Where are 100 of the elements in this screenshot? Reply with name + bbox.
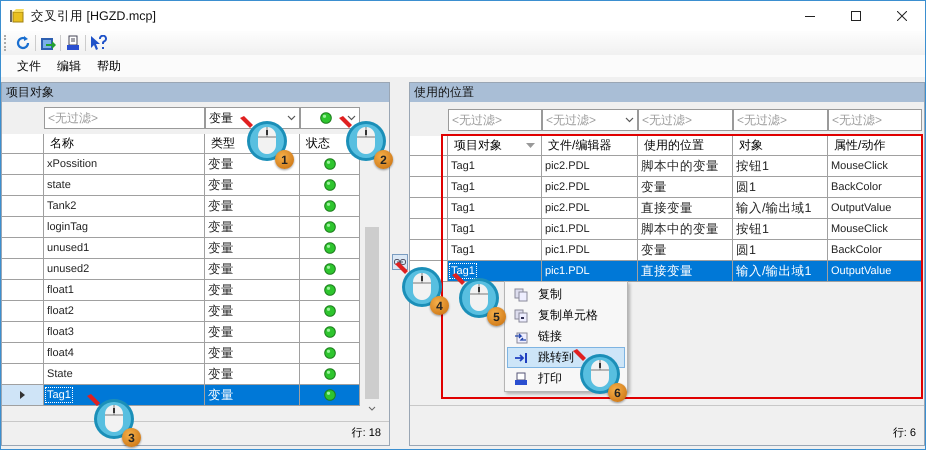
column-header[interactable]: 项目对象: [448, 136, 542, 156]
table-cell: 直接变量: [638, 198, 733, 219]
table-cell: pic2.PDL: [542, 198, 638, 219]
table-cell[interactable]: state: [44, 175, 205, 196]
menu-item[interactable]: 链接: [507, 326, 625, 347]
corner-cell: [2, 134, 44, 154]
filter-field[interactable]: <无过滤>: [638, 109, 733, 131]
table-cell: 变量: [205, 175, 300, 196]
row-count: 行: 6: [892, 426, 916, 440]
table-cell[interactable]: loginTag: [44, 217, 205, 238]
menu-item[interactable]: 复制: [507, 284, 625, 305]
row-count: 行: 18: [352, 426, 381, 440]
table-cell[interactable]: float2: [44, 301, 205, 322]
status-dot-icon: [320, 112, 332, 124]
table-cell[interactable]: State: [44, 364, 205, 385]
sort-arrow-icon: [526, 143, 535, 148]
table-cell[interactable]: Tag1: [448, 261, 542, 282]
table-cell: 输入/输出域1: [733, 198, 828, 219]
status-icon: [324, 179, 336, 191]
mouse-click-tooltip: [238, 115, 288, 163]
filter-field[interactable]: <无过滤>: [733, 109, 828, 131]
filter-field[interactable]: <无过滤>: [448, 109, 542, 131]
row-header[interactable]: [410, 198, 448, 219]
table-cell[interactable]: Tag1: [448, 198, 542, 219]
table-cell[interactable]: Tag1: [448, 177, 542, 198]
table-cell[interactable]: Tank2: [44, 196, 205, 217]
filter-field[interactable]: <无过滤>: [828, 109, 922, 131]
row-header[interactable]: [410, 219, 448, 240]
table-cell: pic2.PDL: [542, 177, 638, 198]
table-cell: 变量: [205, 322, 300, 343]
status-icon: [324, 326, 336, 338]
refresh-icon: [15, 35, 31, 51]
table-cell: MouseClick: [828, 156, 922, 177]
menu-item[interactable]: 编辑: [49, 56, 89, 76]
status-icon: [324, 200, 336, 212]
row-header[interactable]: [410, 156, 448, 177]
table-cell[interactable]: Tag1: [44, 385, 205, 406]
table-cell: BackColor: [828, 177, 922, 198]
copy-icon: [514, 288, 528, 302]
table-cell: 圆1: [733, 177, 828, 198]
status-icon: [324, 284, 336, 296]
table-cell[interactable]: unused1: [44, 238, 205, 259]
status-icon: [324, 305, 336, 317]
table-cell[interactable]: xPossition: [44, 154, 205, 175]
table-cell: 按钮1: [733, 219, 828, 240]
menu-item[interactable]: 帮助: [89, 56, 129, 76]
table-cell[interactable]: float3: [44, 322, 205, 343]
table-cell: 变量: [205, 280, 300, 301]
column-header[interactable]: 对象: [733, 136, 828, 156]
panel-title: 使用的位置: [410, 83, 924, 102]
menu-item[interactable]: 文件: [9, 56, 49, 76]
table-cell[interactable]: Tag1: [448, 219, 542, 240]
table-cell: 变量: [205, 385, 300, 406]
table-cell: 脚本中的变量: [638, 219, 733, 240]
row-header[interactable]: [410, 240, 448, 261]
scroll-down-icon[interactable]: [368, 406, 376, 411]
status-filter-dropdown[interactable]: [300, 107, 360, 129]
copy-cell-icon: [514, 308, 528, 322]
column-header[interactable]: 文件/编辑器: [542, 136, 638, 156]
row-header[interactable]: [2, 385, 44, 406]
print-icon: [514, 372, 528, 386]
table-cell: 直接变量: [638, 261, 733, 282]
table-cell: MouseClick: [828, 219, 922, 240]
link-icon: [514, 330, 528, 344]
status-icon: [324, 263, 336, 275]
window-title: 交叉引用 [HGZD.mcp]: [31, 8, 156, 24]
table-cell[interactable]: float4: [44, 343, 205, 364]
export-icon: [40, 35, 56, 51]
table-cell: pic2.PDL: [542, 156, 638, 177]
row-header[interactable]: [410, 177, 448, 198]
status-icon: [324, 347, 336, 359]
table-cell: 脚本中的变量: [638, 156, 733, 177]
panel-title: 项目对象: [2, 83, 389, 102]
table-cell[interactable]: Tag1: [448, 240, 542, 261]
column-header[interactable]: 使用的位置: [638, 136, 733, 156]
status-icon: [324, 368, 336, 380]
corner-cell: [410, 136, 448, 156]
table-cell[interactable]: float1: [44, 280, 205, 301]
table-cell: BackColor: [828, 240, 922, 261]
table-cell[interactable]: Tag1: [448, 156, 542, 177]
table-cell: pic1.PDL: [542, 240, 638, 261]
table-cell[interactable]: unused2: [44, 259, 205, 280]
table-cell: 变量: [205, 196, 300, 217]
table-cell: 变量: [205, 238, 300, 259]
table-cell: 变量: [638, 240, 733, 261]
row-pointer-icon: [20, 391, 25, 399]
column-header[interactable]: 属性/动作: [828, 136, 922, 156]
filter-field[interactable]: <无过滤>: [44, 107, 205, 129]
table-cell: 变量: [205, 217, 300, 238]
table-cell: 圆1: [733, 240, 828, 261]
menu-item[interactable]: 复制单元格: [507, 305, 625, 326]
table-cell: 变量: [205, 259, 300, 280]
table-cell: 变量: [205, 343, 300, 364]
table-cell: pic1.PDL: [542, 261, 638, 282]
table-cell: 变量: [638, 177, 733, 198]
table-cell: pic1.PDL: [542, 219, 638, 240]
maximize-icon: [851, 11, 861, 21]
print-icon: [65, 35, 81, 51]
close-icon: [897, 11, 907, 21]
column-header[interactable]: 名称: [44, 134, 205, 154]
